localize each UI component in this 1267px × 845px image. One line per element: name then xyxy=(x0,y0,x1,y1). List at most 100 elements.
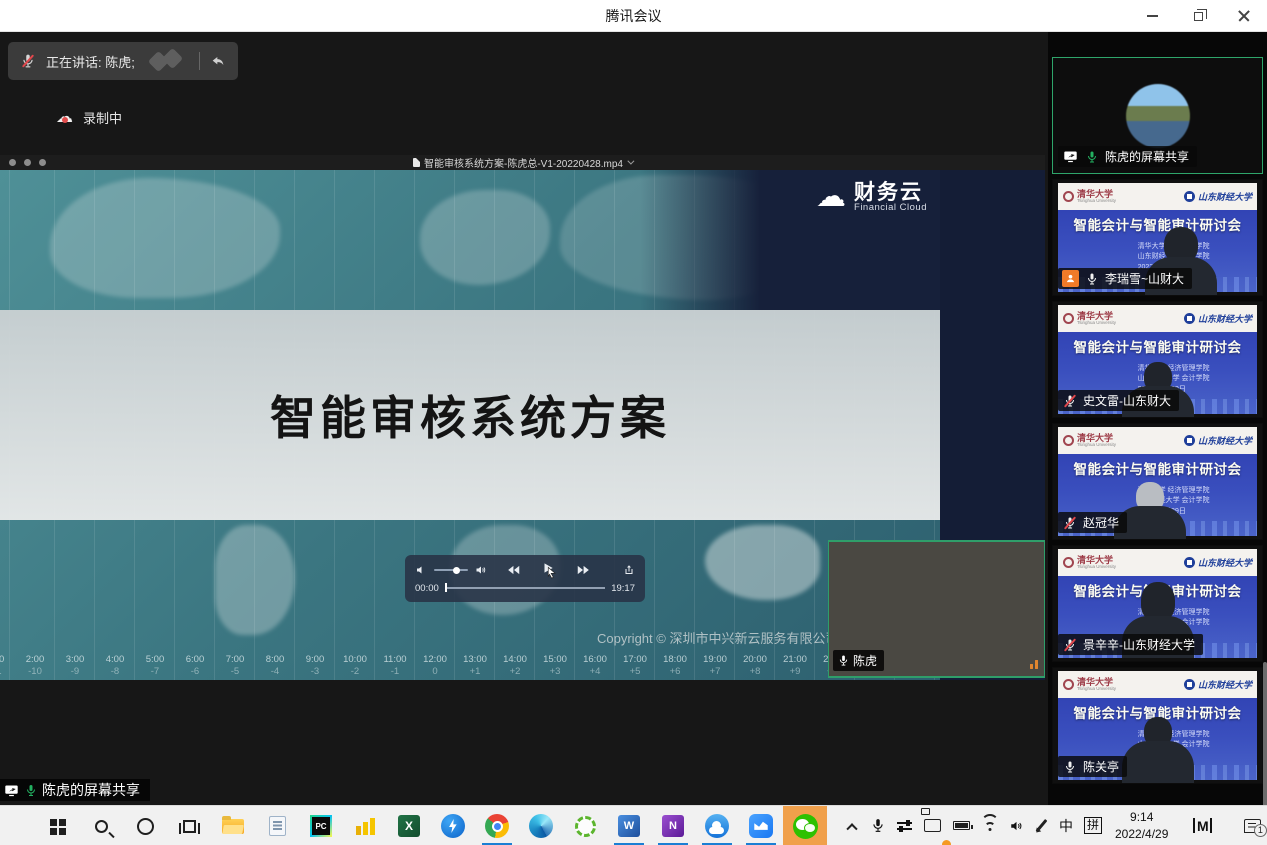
notification-center-button[interactable]: 1 xyxy=(1228,806,1267,845)
cloud-recording-icon: ☁ xyxy=(56,109,73,126)
participant-name: 景辛辛-山东财经大学 xyxy=(1083,636,1195,653)
participant-label: 景辛辛-山东财经大学 xyxy=(1058,634,1203,655)
notepad-icon[interactable] xyxy=(255,806,299,845)
screen-share-icon xyxy=(1062,149,1079,164)
tsinghua-logo-icon xyxy=(1063,679,1074,690)
member-badge-icon xyxy=(1062,270,1079,287)
tray-wifi-icon[interactable] xyxy=(976,806,1003,845)
participant-label: 史文雷-山东财大 xyxy=(1058,390,1179,411)
cortana-button[interactable] xyxy=(123,806,167,845)
volume-high-icon[interactable] xyxy=(475,564,487,576)
wechat-icon[interactable] xyxy=(783,806,827,845)
seek-bar[interactable] xyxy=(445,587,605,589)
search-button[interactable] xyxy=(79,806,123,845)
timezone-cell: 7:00 -5 xyxy=(215,654,255,677)
participant-name: 陈虎的屏幕共享 xyxy=(1105,148,1189,165)
fast-forward-button[interactable] xyxy=(576,563,590,577)
sdufe-logo-icon xyxy=(1184,313,1195,324)
speaking-status-pill[interactable]: 正在讲话: 陈虎; xyxy=(8,42,238,80)
clock-date: 2022/4/29 xyxy=(1115,826,1168,842)
export-button[interactable] xyxy=(623,564,635,576)
participant-list: 清华大学 Tsinghua University 山东财经大学 智能会计与智能审… xyxy=(1052,57,1263,784)
tray-cast-icon[interactable] xyxy=(918,806,947,845)
tray-mic-icon[interactable] xyxy=(865,806,891,845)
tray-ink-pen-icon[interactable] xyxy=(1029,806,1053,845)
timezone-cell: 5:00 -7 xyxy=(135,654,175,677)
mouse-cursor-icon xyxy=(545,566,558,579)
tray-volume-icon[interactable] xyxy=(1003,806,1029,845)
recording-indicator[interactable]: ☁ 录制中 xyxy=(56,108,122,127)
brand-name-en: Financial Cloud xyxy=(854,203,927,213)
seminar-banner: 智能会计与智能审计研讨会 xyxy=(1058,336,1257,356)
clock-time: 9:14 xyxy=(1130,809,1153,825)
close-icon xyxy=(1238,10,1250,22)
minimize-button[interactable] xyxy=(1129,0,1175,32)
screen-share-banner[interactable]: 陈虎的屏幕共享 xyxy=(0,779,150,801)
shared-file-title: 智能审核系统方案-陈虎总-V1-20220428.mp4 xyxy=(424,155,623,170)
tray-battery-icon[interactable] xyxy=(947,806,976,845)
screen-share-icon xyxy=(4,784,19,797)
window-titlebar[interactable]: 腾讯会议 xyxy=(0,0,1267,32)
sidebar-scrollbar[interactable] xyxy=(1263,662,1267,807)
presenter-name: 陈虎 xyxy=(853,652,877,669)
chrome-icon[interactable] xyxy=(475,806,519,845)
mic-icon xyxy=(1084,149,1100,165)
timezone-cell: 16:00 +4 xyxy=(575,654,615,677)
muted-mic-icon xyxy=(20,53,36,69)
participant-tile[interactable]: 清华大学 Tsinghua University 山东财经大学 智能会计与智能审… xyxy=(1052,179,1263,296)
document-icon xyxy=(413,158,420,167)
participant-tile[interactable]: 清华大学 Tsinghua University 山东财经大学 智能会计与智能审… xyxy=(1052,57,1263,174)
rewind-button[interactable] xyxy=(507,563,521,577)
taskbar-apps xyxy=(35,806,827,845)
tencent-meeting-icon[interactable] xyxy=(739,806,783,845)
presenter-camera-tile[interactable]: 陈虎 xyxy=(828,540,1045,678)
tray-expand-button[interactable] xyxy=(839,806,865,845)
restore-button[interactable] xyxy=(1175,0,1221,32)
volume-low-icon[interactable] xyxy=(415,564,427,576)
participant-name: 陈关亭 xyxy=(1083,758,1119,775)
task-view-button[interactable] xyxy=(167,806,211,845)
cloud-browser-icon[interactable] xyxy=(695,806,739,845)
participant-tile[interactable]: 清华大学 Tsinghua University 山东财经大学 智能会计与智能审… xyxy=(1052,667,1263,784)
timezone-row: 1:00 -11 2:00 -10 3:00 -9 xyxy=(0,654,855,677)
onenote-icon[interactable] xyxy=(651,806,695,845)
close-button[interactable] xyxy=(1221,0,1267,32)
tray-mixer-icon[interactable] xyxy=(891,806,918,845)
word-icon[interactable] xyxy=(607,806,651,845)
power-bi-icon[interactable] xyxy=(343,806,387,845)
ring-app-icon[interactable] xyxy=(563,806,607,845)
mic-icon xyxy=(24,783,37,797)
network-signal-icon xyxy=(1030,660,1038,669)
participant-tile[interactable]: 清华大学 Tsinghua University 山东财经大学 智能会计与智能审… xyxy=(1052,301,1263,418)
participant-label: 陈虎的屏幕共享 xyxy=(1058,146,1197,167)
ime-pinyin-button[interactable]: 拼 xyxy=(1079,806,1107,845)
volume-slider[interactable] xyxy=(434,569,468,571)
file-explorer-icon[interactable] xyxy=(211,806,255,845)
edge-icon[interactable] xyxy=(519,806,563,845)
timezone-cell: 21:00 +9 xyxy=(775,654,815,677)
participant-name: 赵冠华 xyxy=(1083,514,1119,531)
reply-arrow-icon[interactable] xyxy=(210,53,226,69)
participant-tile[interactable]: 清华大学 Tsinghua University 山东财经大学 智能会计与智能审… xyxy=(1052,423,1263,540)
thunder-icon[interactable] xyxy=(431,806,475,845)
elapsed-time: 00:00 xyxy=(415,583,439,594)
timezone-cell: 17:00 +5 xyxy=(615,654,655,677)
timezone-cell: 11:00 -1 xyxy=(375,654,415,677)
windows-taskbar: 中 拼 9:14 2022/4/29 M 1 xyxy=(0,805,1267,845)
mic-icon xyxy=(1062,393,1078,409)
taskbar-clock[interactable]: 9:14 2022/4/29 xyxy=(1107,806,1176,845)
timezone-cell: 19:00 +7 xyxy=(695,654,735,677)
participant-label: 赵冠华 xyxy=(1058,512,1127,533)
participant-label: 李瑞雪~山财大 xyxy=(1058,268,1192,289)
timezone-cell: 18:00 +6 xyxy=(655,654,695,677)
tsinghua-logo-icon xyxy=(1063,313,1074,324)
start-button[interactable] xyxy=(35,806,79,845)
excel-icon[interactable] xyxy=(387,806,431,845)
participant-label: 陈关亭 xyxy=(1058,756,1127,777)
ime-language-button[interactable]: 中 xyxy=(1053,806,1079,845)
participant-tile[interactable]: 清华大学 Tsinghua University 山东财经大学 智能会计与智能审… xyxy=(1052,545,1263,662)
mindmaster-icon[interactable]: M xyxy=(1176,806,1228,845)
video-player-controls[interactable]: 00:00 19:17 xyxy=(405,555,645,602)
pycharm-icon[interactable] xyxy=(299,806,343,845)
app-window: 腾讯会议 正在讲话: 陈虎; ☁ 录制中 智能审核系统方案-陈虎总- xyxy=(0,0,1267,845)
